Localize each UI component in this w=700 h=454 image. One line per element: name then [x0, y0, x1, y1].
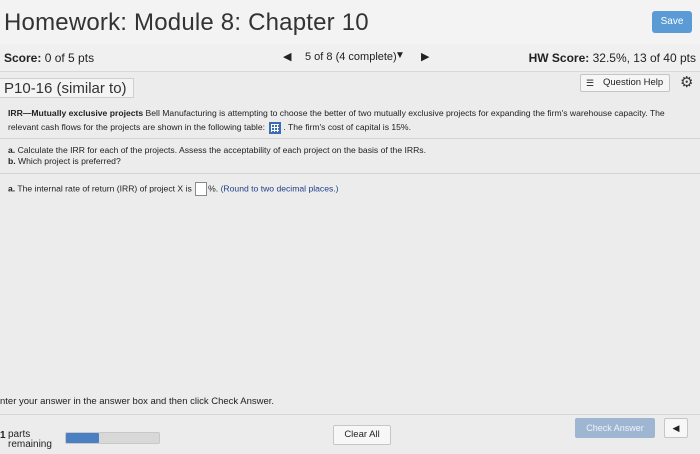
task-a-text: Calculate the IRR for each of the projec…: [17, 145, 426, 155]
divider: [0, 173, 700, 174]
question-content: IRR—Mutually exclusive projects Bell Man…: [0, 100, 700, 390]
parts-progress-bar: [65, 432, 160, 444]
gear-icon[interactable]: ⚙: [680, 73, 693, 91]
next-question-icon[interactable]: ▶: [421, 50, 429, 63]
table-grid-icon[interactable]: [269, 121, 282, 134]
hw-score-value: 32.5%, 13 of 40 pts: [592, 51, 696, 65]
task-b-text: Which project is preferred?: [18, 156, 121, 166]
task-b-letter: b.: [8, 156, 16, 166]
task-list: a. Calculate the IRR for each of the pro…: [8, 145, 426, 167]
problem-title: IRR—Mutually exclusive projects: [8, 108, 144, 118]
answer-unit: %.: [208, 183, 219, 194]
list-icon: ☰: [586, 78, 595, 88]
score-label: Score:: [4, 51, 42, 65]
save-button[interactable]: Save: [652, 11, 692, 33]
hw-score-label: HW Score:: [528, 51, 590, 65]
triangle-left-icon[interactable]: ◀: [664, 418, 688, 438]
rounding-note: (Round to two decimal places.): [220, 183, 339, 194]
header: Homework: Module 8: Chapter 10 Save: [0, 0, 700, 44]
task-a: a. Calculate the IRR for each of the pro…: [8, 145, 426, 156]
parts-progress-fill: [66, 433, 99, 443]
clear-all-button[interactable]: Clear All: [333, 425, 391, 445]
previous-question-icon[interactable]: ◀: [283, 50, 291, 63]
instruction-text: nter your answer in the answer box and t…: [0, 396, 275, 407]
answer-letter: a.: [8, 183, 16, 194]
parts-remaining-label: parts remaining: [8, 430, 52, 450]
score: Score: 0 of 5 pts: [4, 51, 94, 65]
hw-score: HW Score: 32.5%, 13 of 40 pts: [529, 51, 696, 65]
problem-text-2: . The firm's cost of capital is 15%.: [283, 122, 411, 132]
divider: [0, 138, 700, 139]
question-id: P10-16 (similar to): [0, 78, 134, 98]
answer-prompt: The internal rate of return (IRR) of pro…: [17, 183, 192, 194]
score-value: 0 of 5 pts: [44, 51, 95, 65]
parts-count: 1: [0, 430, 6, 441]
page-title: Homework: Module 8: Chapter 10: [4, 9, 369, 36]
parts-label-line-2: remaining: [8, 439, 52, 450]
caret-down-icon[interactable]: ▼: [395, 50, 405, 61]
score-bar: Score: 0 of 5 pts ◀ 5 of 8 (4 complete) …: [0, 44, 700, 72]
question-progress[interactable]: 5 of 8 (4 complete): [305, 51, 397, 63]
divider: [0, 414, 700, 415]
answer-line: a. The internal rate of return (IRR) of …: [8, 182, 339, 196]
task-b: b. Which project is preferred?: [8, 156, 426, 167]
check-answer-button[interactable]: Check Answer: [575, 418, 655, 438]
task-a-letter: a.: [8, 145, 16, 155]
irr-answer-input[interactable]: [195, 182, 208, 196]
problem-statement: IRR—Mutually exclusive projects Bell Man…: [8, 106, 688, 134]
